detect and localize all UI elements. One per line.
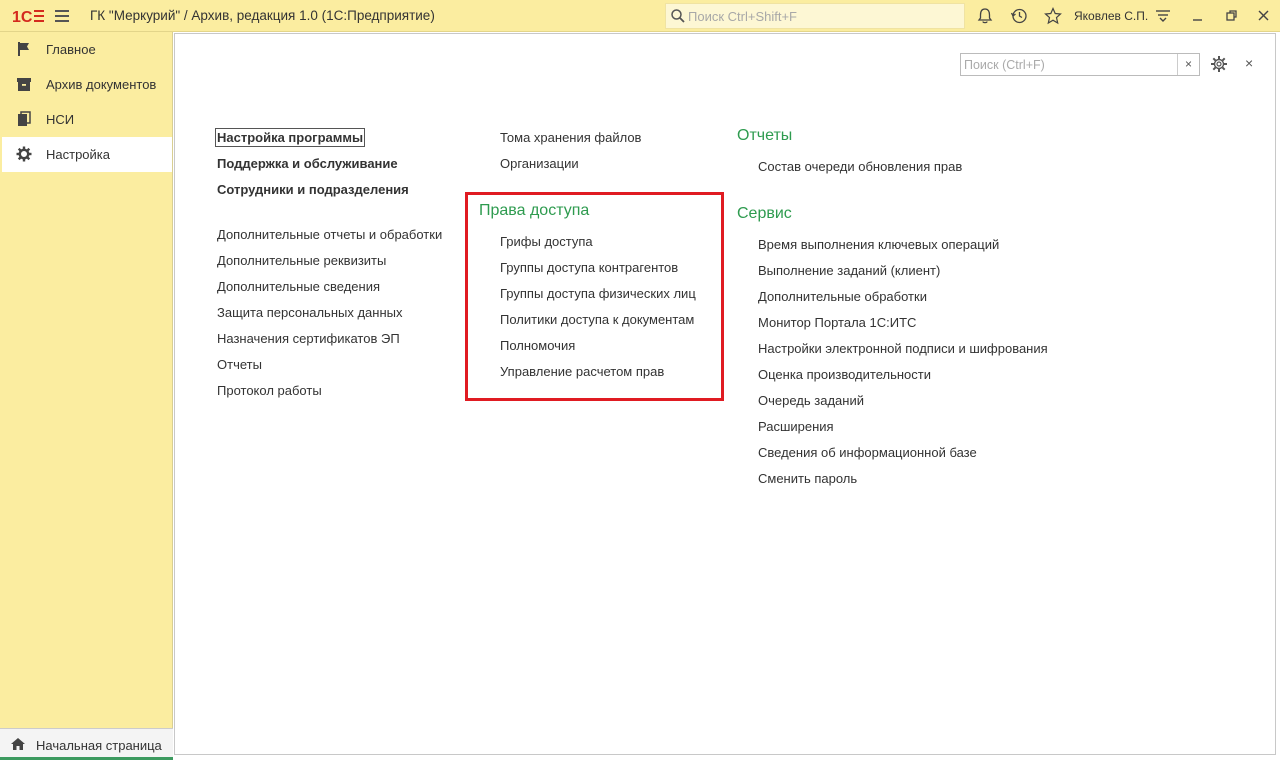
clear-search-button[interactable]: × [1177, 54, 1199, 75]
search-icon [671, 9, 685, 23]
books-icon [18, 111, 31, 126]
link-access-labels[interactable]: Грифы доступа [500, 234, 593, 249]
flag-icon [18, 42, 29, 56]
group-title-reports: Отчеты [737, 127, 793, 144]
close-panel-button[interactable]: × [1245, 56, 1259, 70]
sidebar: Главное Архив документов НСИ Настройка [0, 32, 173, 728]
sidebar-item-settings[interactable]: Настройка [2, 137, 172, 172]
history-icon[interactable] [1010, 7, 1028, 25]
link-additional-requisites[interactable]: Дополнительные реквизиты [217, 253, 386, 268]
sidebar-item-main[interactable]: Главное [2, 32, 172, 67]
group-title-service: Сервис [737, 205, 792, 222]
link-organizations[interactable]: Организации [500, 156, 579, 171]
link-file-storage-volumes[interactable]: Тома хранения файлов [500, 130, 641, 145]
link-authorities[interactable]: Полномочия [500, 338, 575, 353]
sidebar-item-nsi[interactable]: НСИ [2, 102, 172, 137]
sidebar-item-label: Главное [46, 42, 96, 57]
link-certificate-assignments[interactable]: Назначения сертификатов ЭП [217, 331, 400, 346]
settings-panel: × × Настройка программы Поддержка и обсл… [174, 33, 1276, 755]
home-icon [11, 738, 25, 750]
app-title: ГК "Меркурий" / Архив, редакция 1.0 (1С:… [90, 8, 435, 23]
link-additional-processing[interactable]: Дополнительные обработки [758, 289, 927, 304]
sidebar-item-label: Настройка [46, 147, 110, 162]
minimize-icon[interactable] [1190, 8, 1206, 24]
global-search-input[interactable] [688, 7, 958, 25]
sidebar-item-label: Архив документов [46, 77, 157, 92]
link-work-log[interactable]: Протокол работы [217, 383, 322, 398]
link-counterparty-access-groups[interactable]: Группы доступа контрагентов [500, 260, 678, 275]
link-rights-calculation[interactable]: Управление расчетом прав [500, 364, 664, 379]
link-performance-evaluation[interactable]: Оценка производительности [758, 367, 931, 382]
link-employees-departments[interactable]: Сотрудники и подразделения [217, 182, 409, 197]
link-program-settings[interactable]: Настройка программы [214, 128, 366, 147]
link-extensions[interactable]: Расширения [758, 419, 834, 434]
global-search[interactable] [665, 3, 965, 29]
user-name[interactable]: Яковлев С.П. [1074, 9, 1148, 23]
gear-icon[interactable] [1210, 55, 1228, 73]
link-additional-info[interactable]: Дополнительные сведения [217, 279, 380, 294]
link-client-tasks[interactable]: Выполнение заданий (клиент) [758, 263, 940, 278]
gear-icon [16, 146, 32, 162]
svg-text:1С: 1С [12, 9, 33, 25]
link-rights-update-queue[interactable]: Состав очереди обновления прав [758, 159, 962, 174]
group-title-access-rights: Права доступа [479, 202, 590, 219]
close-window-icon[interactable] [1256, 8, 1272, 24]
sidebar-item-archive[interactable]: Архив документов [2, 67, 172, 102]
link-its-portal-monitor[interactable]: Монитор Портала 1С:ИТС [758, 315, 916, 330]
main-menu-icon[interactable] [55, 10, 69, 22]
star-icon[interactable] [1044, 7, 1062, 25]
panel-search-input[interactable] [964, 56, 1174, 73]
link-key-operations-time[interactable]: Время выполнения ключевых операций [758, 237, 999, 252]
link-personal-data-protection[interactable]: Защита персональных данных [217, 305, 403, 320]
link-infobase-info[interactable]: Сведения об информационной базе [758, 445, 977, 460]
link-change-password[interactable]: Сменить пароль [758, 471, 857, 486]
title-bar: 1С ГК "Меркурий" / Архив, редакция 1.0 (… [0, 0, 1280, 32]
archive-icon [17, 78, 31, 91]
link-individual-access-groups[interactable]: Группы доступа физических лиц [500, 286, 696, 301]
link-additional-reports[interactable]: Дополнительные отчеты и обработки [217, 227, 442, 242]
bell-icon[interactable] [976, 7, 994, 25]
restore-icon[interactable] [1224, 8, 1240, 24]
sidebar-item-label: НСИ [46, 112, 75, 127]
home-page-label: Начальная страница [36, 738, 162, 753]
link-reports[interactable]: Отчеты [217, 357, 262, 372]
link-task-queue[interactable]: Очередь заданий [758, 393, 864, 408]
panel-search[interactable]: × [960, 53, 1200, 76]
settings-menu-icon[interactable] [1154, 7, 1172, 25]
link-e-signature-settings[interactable]: Настройки электронной подписи и шифрован… [758, 341, 1048, 356]
home-page-tab[interactable]: Начальная страница [0, 728, 173, 760]
link-support-maintenance[interactable]: Поддержка и обслуживание [217, 156, 398, 171]
1c-logo-icon[interactable]: 1С [12, 7, 44, 25]
link-document-access-policies[interactable]: Политики доступа к документам [500, 312, 694, 327]
